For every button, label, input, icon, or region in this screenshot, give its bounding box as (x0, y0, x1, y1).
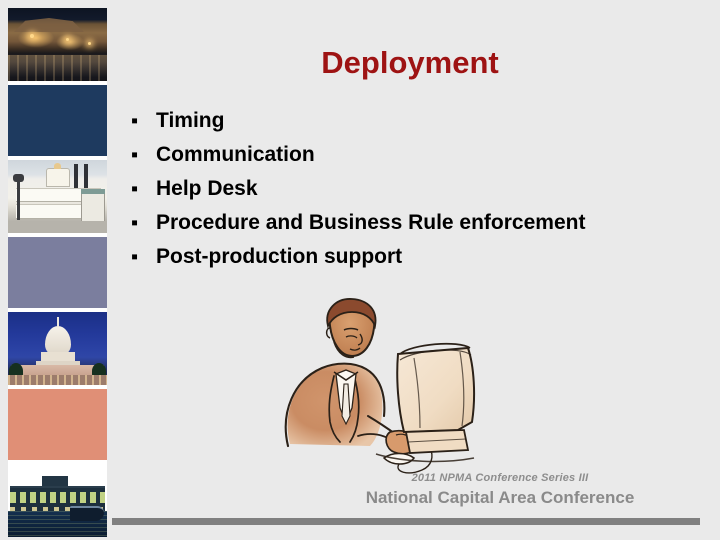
list-item-label: Procedure and Business Rule enforcement (156, 211, 586, 234)
cupola-shape (46, 163, 70, 187)
footer-conference-label: National Capital Area Conference (365, 488, 635, 507)
sidebar-image-strip (8, 8, 107, 537)
list-item-label: Communication (156, 143, 315, 166)
list-item-label: Timing (156, 109, 225, 132)
businessman-at-computer-illustration (272, 296, 482, 476)
list-item: ▪ Communication (128, 140, 700, 174)
list-item-label: Post-production support (156, 245, 403, 268)
square-bullet-icon: ▪ (131, 178, 139, 200)
sidebar-tile-night-street-photo (8, 8, 107, 81)
street-light-glow (88, 42, 91, 45)
sidebar-tile-salmon-block (8, 389, 107, 460)
square-bullet-icon: ▪ (131, 110, 139, 132)
sidebar-tile-periwinkle-block (8, 237, 107, 308)
wet-pavement-reflection (8, 55, 107, 81)
square-bullet-icon: ▪ (131, 212, 139, 234)
list-item: ▪ Timing (128, 106, 700, 140)
smokestack-shape (84, 164, 88, 188)
list-item: ▪ Post-production support (128, 242, 700, 276)
slide: Deployment ▪ Timing ▪ Communication ▪ He… (0, 0, 720, 540)
sidebar-tile-navy-block (8, 85, 107, 156)
footer-series-label: 2011 NPMA Conference Series III (411, 472, 589, 484)
sidebar-tile-waterfront-night-photo (8, 464, 107, 537)
plaza-lights-shape (8, 375, 107, 385)
list-item-label: Help Desk (156, 177, 258, 200)
square-bullet-icon: ▪ (131, 144, 139, 166)
street-light-glow (30, 34, 34, 38)
boat-shape (70, 506, 104, 521)
list-item: ▪ Procedure and Business Rule enforcemen… (128, 208, 700, 242)
square-bullet-icon: ▪ (131, 246, 139, 268)
lamppost-shape (13, 174, 24, 220)
bullet-list: ▪ Timing ▪ Communication ▪ Help Desk ▪ P… (128, 106, 700, 276)
street-light-glow (66, 38, 69, 41)
sidebar-tile-riverboat-pavilion-photo (8, 160, 107, 233)
ground-shape (8, 221, 107, 233)
sidebar-tile-us-capitol-photo (8, 312, 107, 385)
footer-divider-bar (112, 518, 700, 525)
page-title: Deployment (321, 45, 499, 80)
building-roofline-shape (14, 18, 84, 32)
smokestack-shape (74, 164, 78, 188)
footer: 2011 NPMA Conference Series III National… (300, 472, 700, 508)
list-item: ▪ Help Desk (128, 174, 700, 208)
